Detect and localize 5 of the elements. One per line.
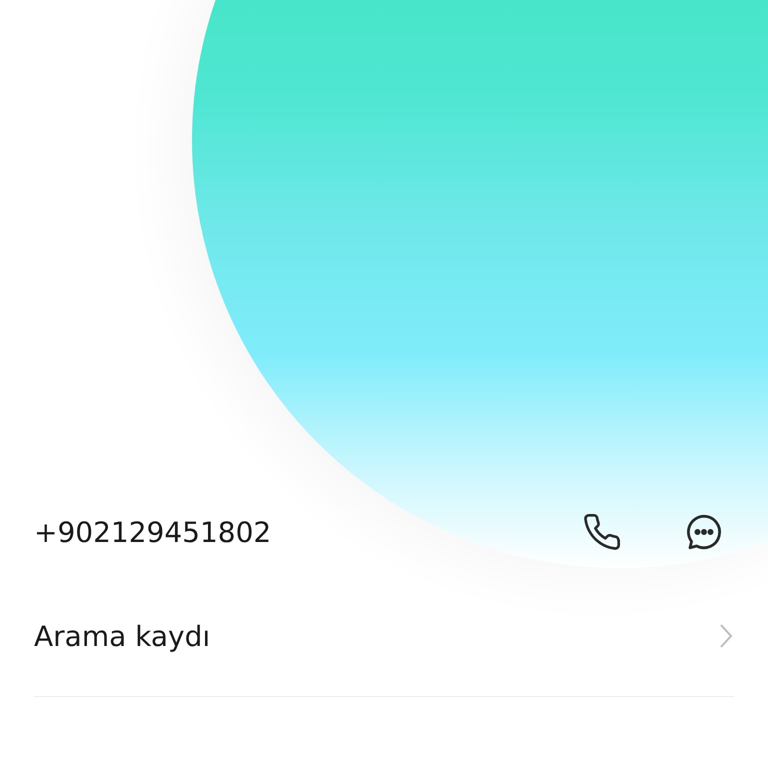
phone-number: +902129451802: [34, 516, 272, 548]
row-label: Arama kaydı: [34, 620, 212, 652]
chevron-icon: [718, 622, 734, 650]
phone-icon: [582, 512, 622, 552]
call-log-row[interactable]: Arama kaydı: [34, 584, 734, 697]
